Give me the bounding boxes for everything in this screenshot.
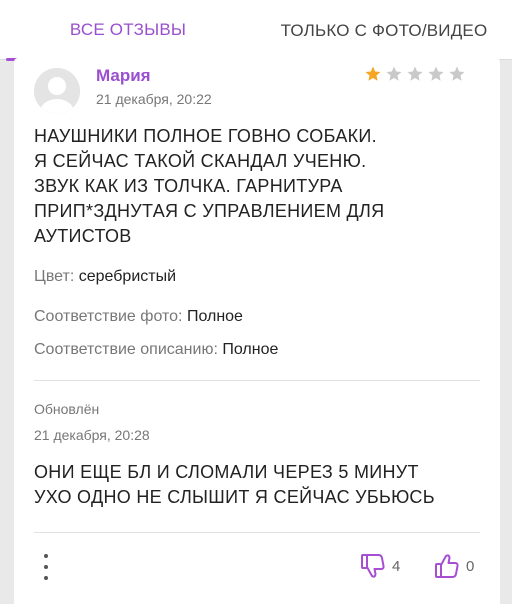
dislike-button[interactable]: 4 (360, 552, 400, 580)
updated-label: Обновлён (34, 401, 100, 417)
review-author[interactable]: Мария (96, 66, 151, 86)
updated-date: 21 декабря, 20:28 (34, 427, 150, 443)
divider (34, 532, 480, 533)
attribute-color: Цвет: серебристый (34, 268, 176, 286)
tab-photo-video-line2: ВИДЕО (426, 20, 488, 40)
user-silhouette-icon (34, 68, 80, 114)
update-text: ОНИ ЕЩЕ БЛ И СЛОМАЛИ ЧЕРЕЗ 5 МИНУТ УХО О… (34, 460, 484, 510)
thumbs-up-icon (435, 554, 459, 578)
review-text-line: АУТИСТОВ (34, 226, 132, 246)
update-text-line: УХО ОДНО НЕ СЛЫШИТ Я СЕЙЧАС УБЬЮСЬ (34, 487, 435, 507)
review-text-line: Я СЕЙЧАС ТАКОЙ СКАНДАЛ УЧЕНЮ. (34, 151, 367, 171)
attribute-label: Соответствие описанию: (34, 341, 218, 358)
review-text-line: НАУШНИКИ ПОЛНОЕ ГОВНО СОБАКИ. (34, 126, 377, 146)
avatar[interactable] (34, 68, 80, 114)
star-filled-icon (365, 66, 381, 81)
attribute-label: Цвет: (34, 268, 75, 285)
review-tabs: ВСЕ ОТЗЫВЫ ТОЛЬКО С ФОТО/ ВИДЕО (0, 0, 512, 61)
attribute-value: Полное (222, 341, 279, 358)
review-date: 21 декабря, 20:22 (96, 91, 212, 107)
dislike-count: 4 (392, 557, 401, 575)
attribute-value: Полное (186, 308, 243, 325)
dot-icon (44, 554, 48, 558)
thumbs-down-icon (361, 554, 385, 578)
star-empty-icon (449, 66, 465, 81)
review-card: Мария 21 декабря, 20:22 НАУШНИКИ ПОЛНОЕ … (14, 58, 500, 604)
rating-stars (364, 65, 466, 83)
star-empty-icon (428, 66, 444, 81)
attribute-label: Соответствие фото: (34, 308, 183, 325)
attribute-photo-match: Соответствие фото: Полное (34, 308, 243, 326)
dot-icon (44, 576, 48, 580)
like-button[interactable]: 0 (434, 552, 474, 580)
attribute-value: серебристый (78, 268, 177, 285)
tab-all-reviews[interactable]: ВСЕ ОТЗЫВЫ (0, 0, 256, 61)
review-text-line: ЗВУК КАК ИЗ ТОЛЧКА. ГАРНИТУРА (34, 176, 343, 196)
tab-photo-video-line1: ТОЛЬКО С ФОТО/ (280, 20, 427, 40)
review-text: НАУШНИКИ ПОЛНОЕ ГОВНО СОБАКИ. Я СЕЙЧАС Т… (34, 124, 474, 249)
star-empty-icon (386, 66, 402, 81)
dot-icon (44, 565, 48, 569)
tab-photo-video[interactable]: ТОЛЬКО С ФОТО/ ВИДЕО (256, 0, 512, 60)
review-text-line: ПРИП*ЗДНУТАЯ С УПРАВЛЕНИЕМ ДЛЯ (34, 201, 385, 221)
update-text-line: ОНИ ЕЩЕ БЛ И СЛОМАЛИ ЧЕРЕЗ 5 МИНУТ (34, 462, 419, 482)
divider (34, 380, 480, 381)
attribute-description-match: Соответствие описанию: Полное (34, 341, 278, 359)
star-empty-icon (407, 66, 423, 81)
more-options-button[interactable] (40, 554, 52, 580)
like-count: 0 (466, 557, 475, 575)
